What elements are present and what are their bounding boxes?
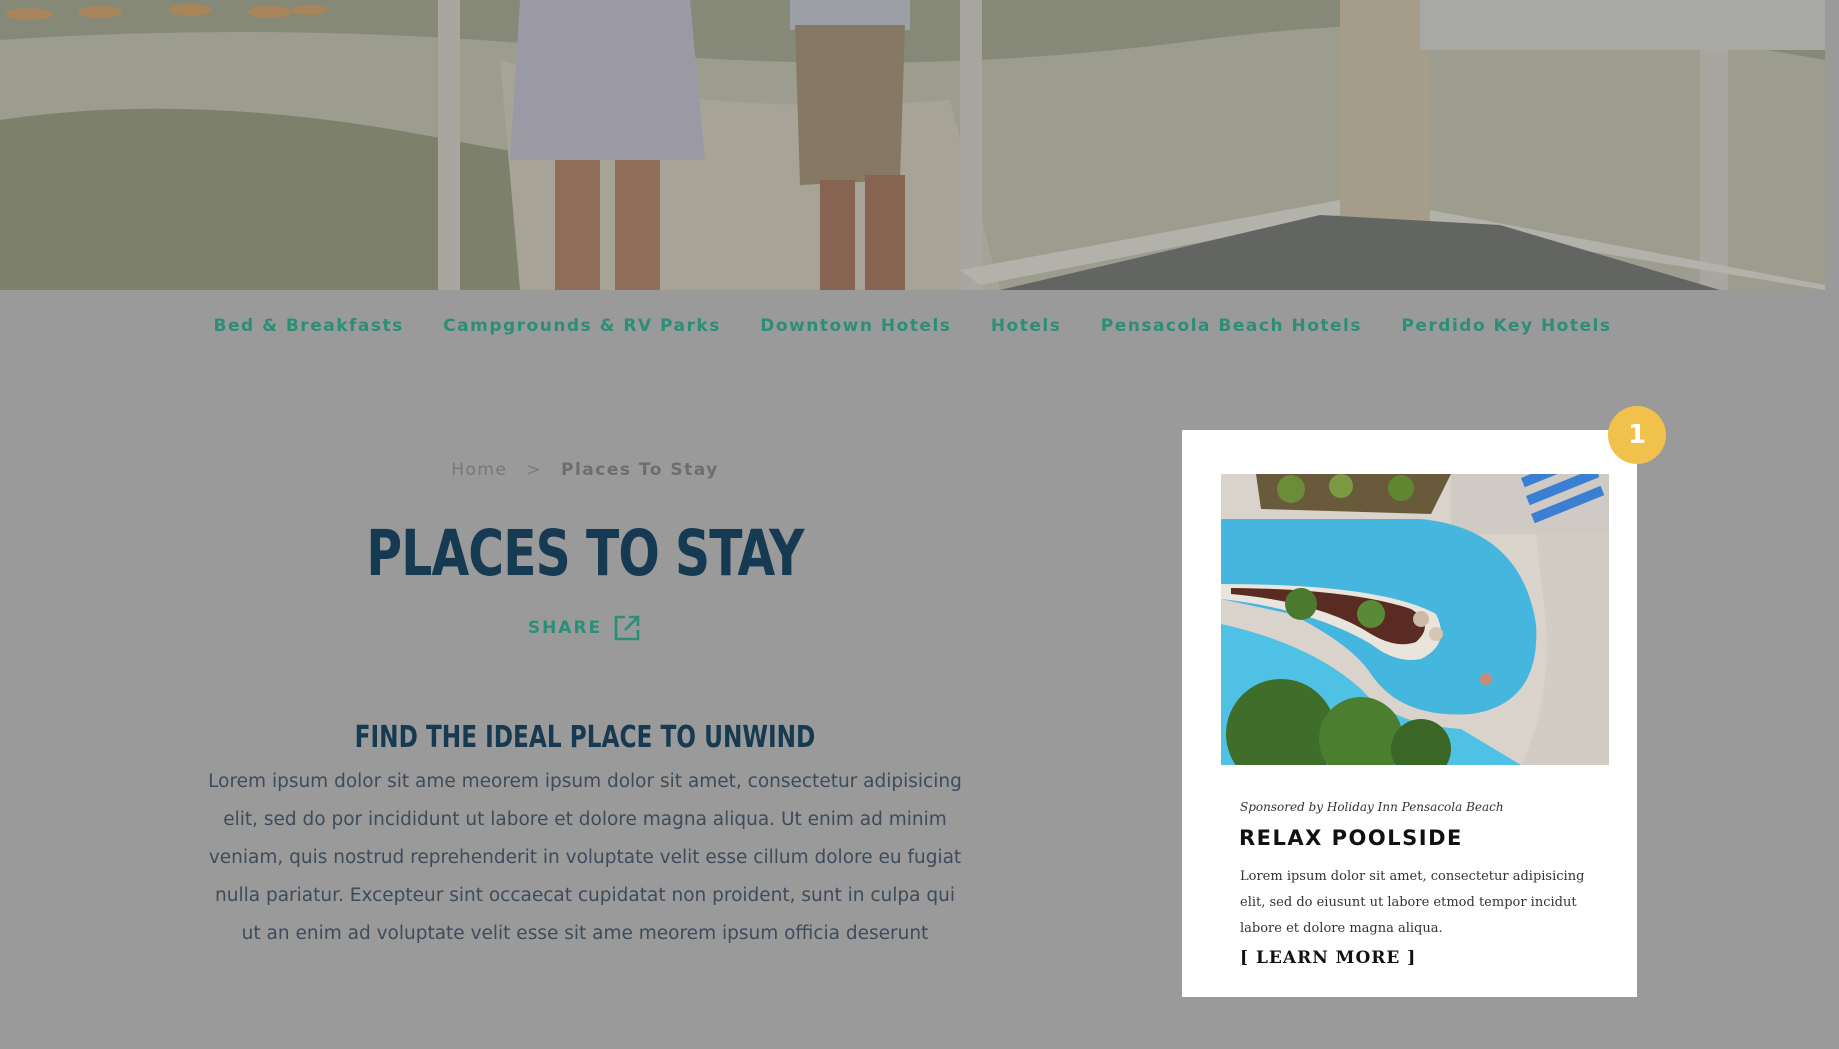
ad-body-line: elit, sed do eiusunt ut labore etmod tem… <box>1240 895 1577 910</box>
ad-body-line: labore et dolore magna aliqua. <box>1240 921 1443 936</box>
share-button[interactable]: SHARE <box>528 613 642 643</box>
page-title: PLACES TO STAY <box>366 517 804 590</box>
breadcrumb: Home > Places To Stay <box>180 460 990 480</box>
intro-paragraph: Lorem ipsum dolor sit ame meorem ipsum d… <box>190 763 980 953</box>
breadcrumb-home[interactable]: Home <box>451 460 507 480</box>
sponsored-ad-card[interactable]: Sponsored by Holiday Inn Pensacola Beach… <box>1182 430 1637 997</box>
intro-line: elit, sed do por incididunt ut labore et… <box>223 809 947 830</box>
intro-line: Lorem ipsum dolor sit ame meorem ipsum d… <box>208 771 962 792</box>
intro-line: veniam, quis nostrud reprehenderit in vo… <box>208 847 962 868</box>
section-heading: FIND THE IDEAL PLACE TO UNWIND <box>354 720 816 755</box>
nav-link-campgrounds[interactable]: Campgrounds & RV Parks <box>443 316 721 336</box>
ad-sponsor-line: Sponsored by Holiday Inn Pensacola Beach <box>1240 800 1504 814</box>
breadcrumb-separator: > <box>526 460 543 480</box>
nav-link-perdido-key-hotels[interactable]: Perdido Key Hotels <box>1401 316 1611 336</box>
ad-title[interactable]: RELAX POOLSIDE <box>1239 826 1463 850</box>
intro-line: nulla pariatur. Excepteur sint occaecat … <box>215 885 955 906</box>
nav-link-bed-breakfasts[interactable]: Bed & Breakfasts <box>214 316 404 336</box>
ad-body-line: Lorem ipsum dolor sit amet, consectetur … <box>1240 869 1585 884</box>
learn-more-link[interactable]: [ LEARN MORE ] <box>1240 948 1416 968</box>
nav-link-downtown-hotels[interactable]: Downtown Hotels <box>760 316 951 336</box>
share-icon <box>614 615 640 641</box>
hero-image <box>0 0 1825 290</box>
nav-link-hotels[interactable]: Hotels <box>991 316 1062 336</box>
intro-line: ut an enim ad voluptate velit esse sit a… <box>241 923 929 944</box>
share-label: SHARE <box>527 618 603 638</box>
hero-overlay <box>0 0 1825 290</box>
main-content: Home > Places To Stay PLACES TO STAY SHA… <box>180 460 990 953</box>
breadcrumb-current: Places To Stay <box>561 460 719 480</box>
ad-image-pool[interactable] <box>1221 474 1609 765</box>
ad-body: Lorem ipsum dolor sit amet, consectetur … <box>1240 864 1600 942</box>
annotation-badge: 1 <box>1608 406 1666 464</box>
category-nav: Bed & Breakfasts Campgrounds & RV Parks … <box>0 316 1825 336</box>
nav-link-pensacola-beach-hotels[interactable]: Pensacola Beach Hotels <box>1101 316 1362 336</box>
